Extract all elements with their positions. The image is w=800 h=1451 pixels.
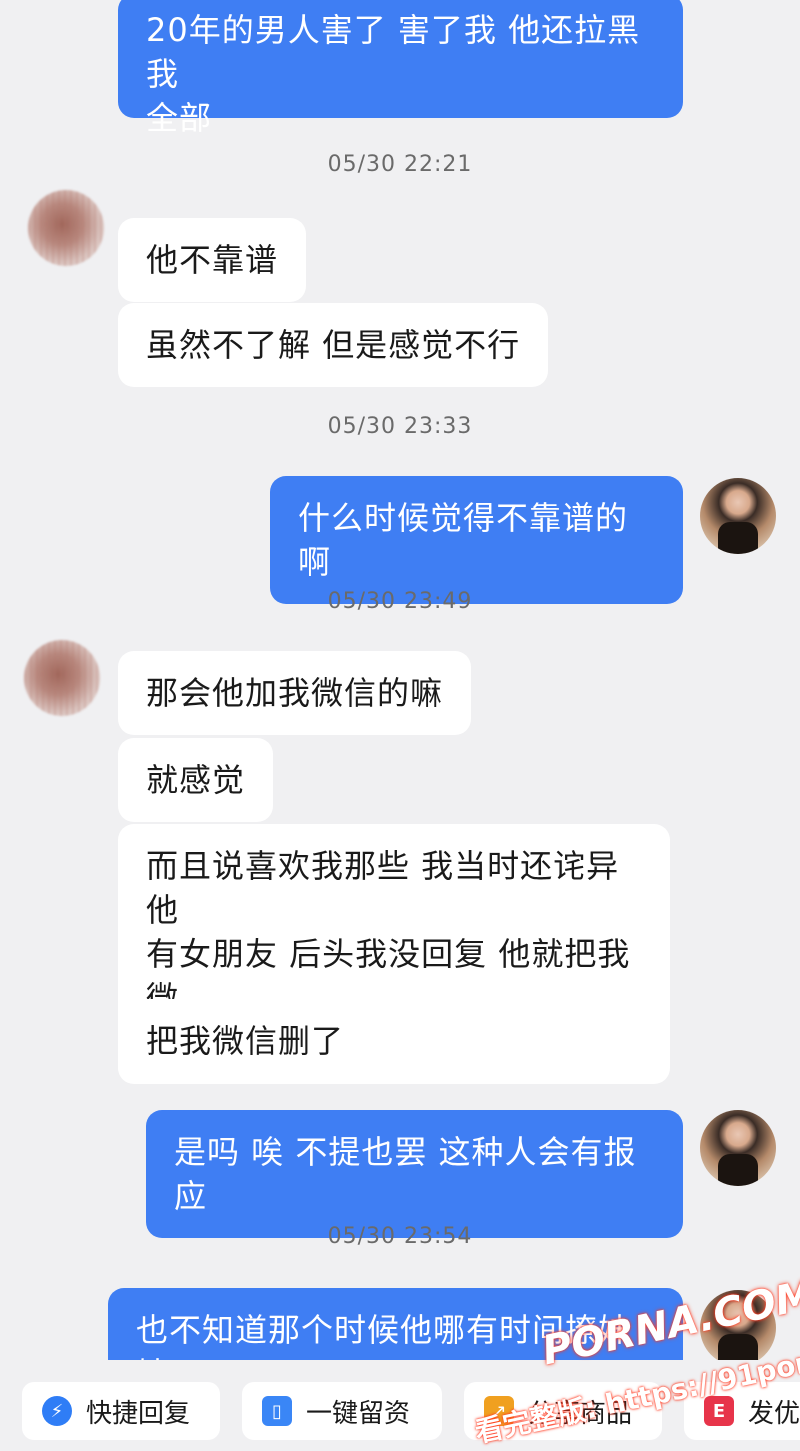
quick-reply-label: 快捷回复 (86, 1398, 191, 1429)
share-product-button[interactable]: ↗ 分享商品 (464, 1382, 662, 1440)
message-outgoing: 也不知道那个时候他哪有时间撩妹妹 (108, 1288, 683, 1360)
message-incoming: 就感觉 (118, 738, 274, 822)
timestamp: 05/30 23:49 (327, 589, 473, 614)
user-avatar[interactable] (700, 1110, 776, 1186)
timestamp: 05/30 22:21 (327, 152, 473, 177)
chat-area[interactable]: 20年的男人害了 害了我 他还拉黑我 全部 05/30 22:21 他不靠谱 虽… (0, 0, 800, 1360)
message-outgoing: 20年的男人害了 害了我 他还拉黑我 全部 (118, 0, 683, 137)
timestamp: 05/30 23:54 (327, 1224, 473, 1249)
lightning-icon: ⚡ (42, 1396, 72, 1426)
contact-avatar[interactable] (24, 640, 100, 716)
share-product-label: 分享商品 (528, 1398, 633, 1429)
message-outgoing: 什么时候觉得不靠谱的啊 (270, 476, 683, 604)
contact-avatar[interactable] (28, 190, 104, 266)
collect-info-label: 一键留资 (306, 1398, 411, 1429)
post-coupon-label: 发优 (748, 1398, 800, 1429)
post-icon: E (704, 1396, 734, 1426)
message-incoming: 他不靠谱 (118, 218, 307, 302)
message-incoming: 虽然不了解 但是感觉不行 (118, 303, 549, 387)
quick-reply-button[interactable]: ⚡ 快捷回复 (22, 1382, 220, 1440)
form-icon: ▯ (262, 1396, 292, 1426)
timestamp: 05/30 23:33 (327, 414, 473, 439)
share-icon: ↗ (484, 1396, 514, 1426)
user-avatar[interactable] (700, 1290, 776, 1360)
message-incoming: 那会他加我微信的嘛 (118, 651, 472, 735)
post-coupon-button[interactable]: E 发优 (684, 1382, 800, 1440)
message-incoming: 把我微信删了 (118, 999, 373, 1083)
collect-info-button[interactable]: ▯ 一键留资 (242, 1382, 442, 1440)
quick-reply-bar: ⚡ 快捷回复 ▯ 一键留资 ↗ 分享商品 E 发优 (0, 1360, 800, 1450)
user-avatar[interactable] (700, 478, 776, 554)
message-outgoing: 是吗 唉 不提也罢 这种人会有报应 (146, 1110, 683, 1238)
